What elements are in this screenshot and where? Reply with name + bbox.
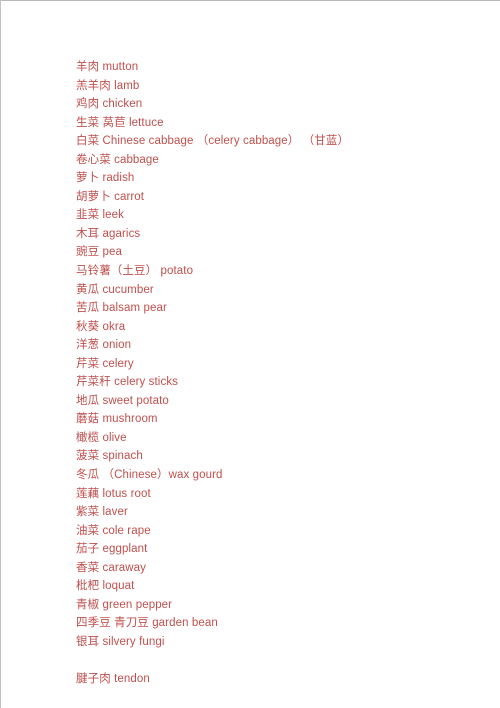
vocabulary-line-onion: 洋葱 onion bbox=[76, 339, 132, 352]
vocabulary-line-chinese-cabbage: 白菜 Chinese cabbage （celery cabbage） （甘蓝） bbox=[76, 135, 350, 148]
vocabulary-line-balsam-pear: 苦瓜 balsam pear bbox=[76, 302, 167, 315]
vocabulary-line-garden-bean: 四季豆 青刀豆 garden bean bbox=[76, 617, 218, 630]
vocabulary-line-radish: 萝卜 radish bbox=[76, 172, 135, 185]
vocabulary-line-potato: 马铃薯（土豆） potato bbox=[76, 265, 194, 278]
vocabulary-line-lettuce: 生菜 莴苣 lettuce bbox=[76, 116, 164, 129]
vocabulary-line-olive: 橄榄 olive bbox=[76, 431, 127, 444]
vocabulary-line-agarics: 木耳 agarics bbox=[76, 227, 141, 240]
vocabulary-line-lotus-root: 莲藕 lotus root bbox=[76, 487, 151, 500]
vocabulary-line-mutton: 羊肉 mutton bbox=[76, 61, 139, 73]
vocabulary-line-eggplant: 茄子 eggplant bbox=[76, 543, 148, 556]
vocabulary-line-leek: 韭菜 leek bbox=[76, 209, 124, 222]
vocabulary-line-spinach: 菠菜 spinach bbox=[76, 450, 143, 463]
vocabulary-line-sweet-potato: 地瓜 sweet potato bbox=[76, 394, 169, 407]
vocabulary-line-chicken: 鸡肉 chicken bbox=[76, 98, 143, 111]
vocabulary-line-cole-rape: 油菜 cole rape bbox=[76, 524, 151, 537]
vocabulary-line-celery: 芹菜 celery bbox=[76, 357, 134, 370]
vocabulary-line-silvery-fungi: 银耳 silvery fungi bbox=[76, 635, 165, 648]
vocabulary-line-loquat: 枇杷 loquat bbox=[76, 580, 135, 593]
document-page: 羊肉 mutton 羔羊肉 lamb 鸡肉 chicken 生菜 莴苣 lettuce… bbox=[0, 0, 500, 708]
vocabulary-line-mushroom: 蘑菇 mushroom bbox=[76, 413, 158, 426]
vocabulary-line-lamb: 羔羊肉 lamb bbox=[76, 79, 140, 92]
vocabulary-line-green-pepper: 青椒 green pepper bbox=[76, 598, 173, 611]
vocabulary-line-laver: 紫菜 laver bbox=[76, 506, 128, 519]
vocabulary-line-celery-sticks: 芹菜秆 celery sticks bbox=[76, 376, 179, 389]
vocabulary-line-pea: 豌豆 pea bbox=[76, 246, 122, 259]
vocabulary-line-cabbage: 卷心菜 cabbage bbox=[76, 153, 159, 166]
vocabulary-line-okra: 秋葵 okra bbox=[76, 320, 126, 333]
vocabulary-line-wax-gourd: 冬瓜 （Chinese）wax gourd bbox=[76, 469, 223, 482]
vocabulary-line-caraway: 香菜 caraway bbox=[76, 561, 147, 574]
vocabulary-list: 羊肉 mutton 羔羊肉 lamb 鸡肉 chicken 生菜 莴苣 lettuce… bbox=[0, 0, 500, 689]
vocabulary-line-tendon: 腱子肉 tendon bbox=[76, 673, 150, 686]
vocabulary-line-carrot: 胡萝卜 carrot bbox=[76, 190, 145, 203]
vocabulary-line-cucumber: 黄瓜 cucumber bbox=[76, 283, 154, 296]
